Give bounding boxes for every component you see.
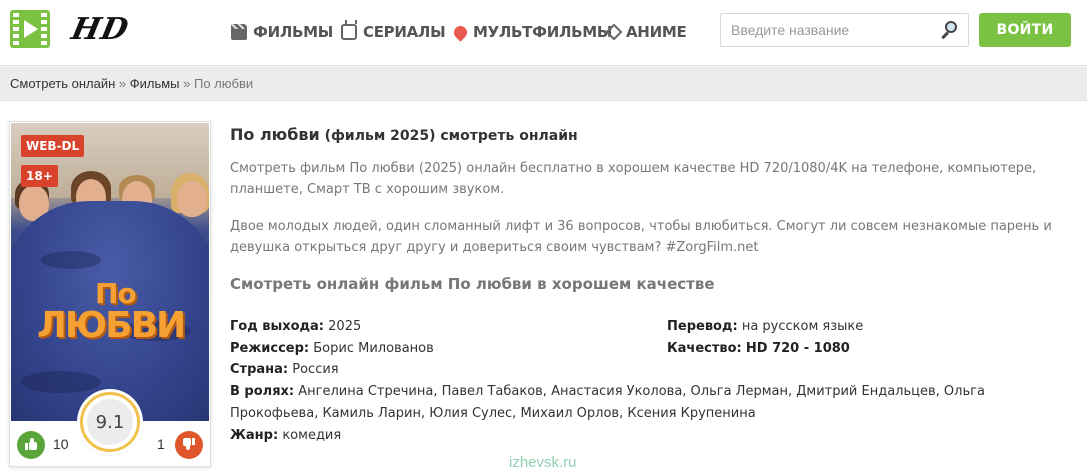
breadcrumb-separator: » <box>179 76 194 91</box>
search-input[interactable] <box>721 14 931 46</box>
info-cast: В ролях: Ангелина Стречина, Павел Табако… <box>230 381 1070 425</box>
info-quality-label: Качество: <box>667 341 742 356</box>
info-year-value: 2025 <box>328 319 362 334</box>
info-translation-label: Перевод: <box>667 319 738 334</box>
info-translation: Перевод: на русском языке <box>667 316 863 338</box>
movie-poster[interactable]: По ЛЮБВИ WEB-DL 18+ <box>11 123 209 421</box>
like-count: 10 <box>53 436 69 452</box>
clapperboard-icon <box>231 24 247 40</box>
poster-card: По ЛЮБВИ WEB-DL 18+ 10 9.1 1 <box>9 121 211 467</box>
info-year: Год выхода: 2025 <box>230 316 361 338</box>
info-year-label: Год выхода: <box>230 319 325 334</box>
like-button[interactable] <box>17 431 45 459</box>
info-genre-value: комедия <box>282 428 342 443</box>
quality-badge: WEB-DL <box>21 135 85 157</box>
info-translation-value: на русском языке <box>741 319 864 334</box>
info-cast-value: Ангелина Стречина, Павел Табаков, Анаста… <box>230 384 985 421</box>
breadcrumb-current: По любви <box>194 76 254 91</box>
info-director-value: Борис Милованов <box>313 341 434 356</box>
logo-film-icon[interactable] <box>10 10 50 48</box>
info-country: Страна: Россия <box>230 359 339 381</box>
nav-films[interactable]: ФИЛЬМЫ <box>231 20 333 44</box>
film-strip-left <box>13 13 19 45</box>
info-quality-value: HD 720 - 1080 <box>745 341 850 356</box>
info-director-label: Режиссер: <box>230 341 310 356</box>
watermark: izhevsk.ru <box>509 454 577 471</box>
description-plot: Двое молодых людей, один сломанный лифт … <box>230 219 1052 255</box>
nav-anime-label: АНИМЕ <box>626 23 687 41</box>
balloon-icon <box>451 22 470 42</box>
page-title-sub: (фильм 2025) смотреть онлайн <box>319 128 578 144</box>
rating-circle: 9.1 <box>80 392 140 452</box>
info-director: Режиссер: Борис Милованов <box>230 338 434 360</box>
watch-heading: Смотреть онлайн фильм По любви в хорошем… <box>230 275 715 293</box>
breadcrumb-films[interactable]: Фильмы <box>130 76 180 91</box>
nav-series[interactable]: СЕРИАЛЫ <box>341 20 446 44</box>
site-header: HD ФИЛЬМЫ СЕРИАЛЫ МУЛЬТФИЛЬМЫ АНИМЕ ВОЙТ… <box>0 0 1087 66</box>
film-strip-right <box>41 13 47 45</box>
info-country-label: Страна: <box>230 362 289 377</box>
anime-icon <box>605 23 623 41</box>
blanket-fold <box>21 371 101 393</box>
thumbs-down-icon <box>183 438 195 450</box>
search-icon[interactable] <box>940 21 958 40</box>
nav-cartoons[interactable]: МУЛЬТФИЛЬМЫ <box>451 20 613 44</box>
dislike-button[interactable] <box>175 431 203 459</box>
info-country-value: Россия <box>292 362 339 377</box>
blanket-fold <box>41 251 101 269</box>
poster-face <box>177 181 207 217</box>
info-quality: Качество: HD 720 - 1080 <box>667 338 850 360</box>
info-genre: Жанр: комедия <box>230 425 341 447</box>
breadcrumb-separator: » <box>115 76 130 91</box>
poster-title-line2: ЛЮБВИ <box>37 305 186 346</box>
nav-films-label: ФИЛЬМЫ <box>253 23 333 41</box>
nav-series-label: СЕРИАЛЫ <box>363 23 446 41</box>
search-box <box>720 13 969 47</box>
page-title-main: По любви <box>230 125 320 144</box>
dislike-count: 1 <box>157 436 165 452</box>
play-icon <box>24 20 38 38</box>
search-icon-lens <box>945 21 957 33</box>
description-seo: Смотреть фильм По любви (2025) онлайн бе… <box>230 161 1037 197</box>
page-title: По любви (фильм 2025) смотреть онлайн <box>230 125 578 144</box>
breadcrumb-home[interactable]: Смотреть онлайн <box>10 76 115 91</box>
age-badge: 18+ <box>21 165 58 187</box>
breadcrumb: Смотреть онлайн » Фильмы » По любви <box>0 67 1087 101</box>
nav-cartoons-label: МУЛЬТФИЛЬМЫ <box>473 23 613 41</box>
tv-icon <box>341 24 357 40</box>
login-button[interactable]: ВОЙТИ <box>979 13 1071 47</box>
nav-anime[interactable]: АНИМЕ <box>605 20 687 44</box>
thumbs-up-icon <box>25 438 37 450</box>
logo-text[interactable]: HD <box>68 12 132 47</box>
info-cast-label: В ролях: <box>230 384 295 399</box>
rating-value: 9.1 <box>87 399 133 445</box>
info-genre-label: Жанр: <box>230 428 279 443</box>
